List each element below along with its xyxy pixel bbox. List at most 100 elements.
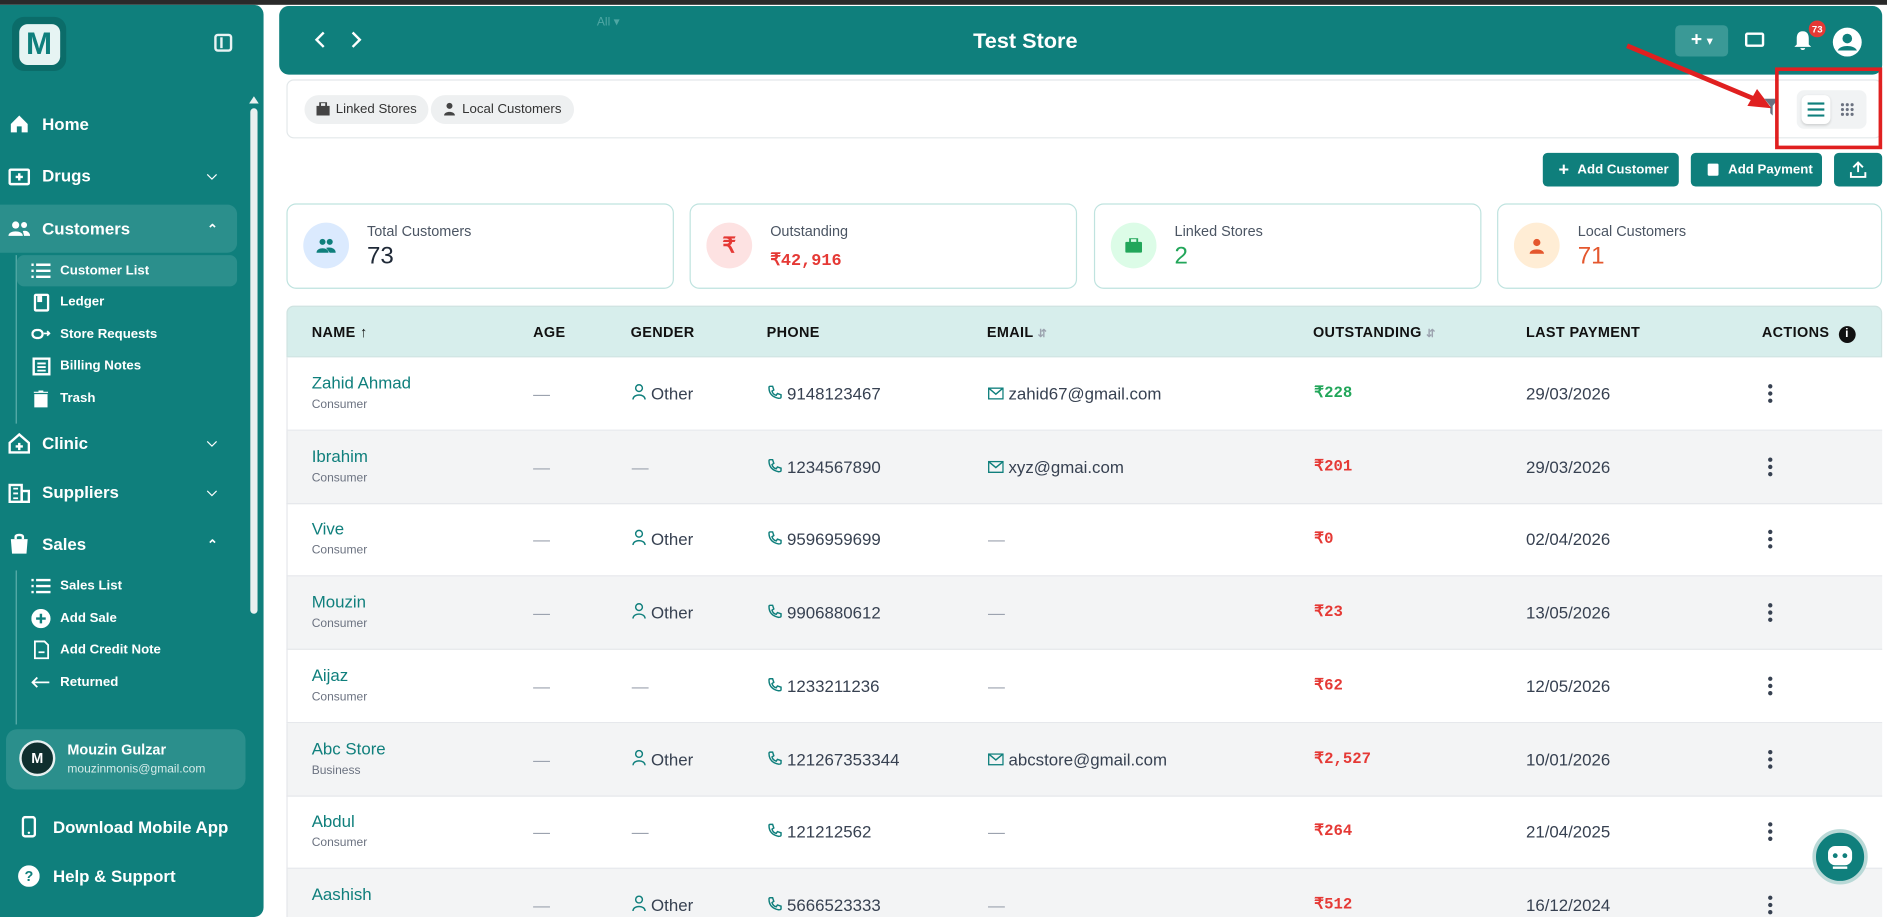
book-icon <box>31 292 50 312</box>
ledger-label: Ledger <box>60 294 105 310</box>
chip-linked-stores[interactable]: Linked Stores <box>304 95 429 124</box>
document-icon <box>31 640 50 660</box>
more-vert-icon[interactable] <box>1768 676 1773 696</box>
collapse-sidebar-icon[interactable] <box>214 33 233 52</box>
email-cell: — <box>988 822 1005 841</box>
nav-home[interactable]: Home <box>0 100 237 148</box>
more-vert-icon[interactable] <box>1768 530 1773 549</box>
customer-name-link[interactable]: Zahid Ahmad <box>312 373 411 392</box>
customer-name-link[interactable]: Abc Store <box>312 738 386 757</box>
customer-type: Consumer <box>311 690 368 704</box>
nav-clinic[interactable]: Clinic ⌵ <box>0 419 237 467</box>
last-payment-value: 13/05/2026 <box>1525 603 1611 623</box>
phone-value: 9596959699 <box>787 529 881 550</box>
table-row[interactable]: Aijaz Consumer — — 1233211236 — ₹62 12/05/2026 <box>286 649 1883 724</box>
notes-icon <box>31 356 50 375</box>
table-row[interactable]: Ibrahim Consumer — — 1234567890 xyz@gmai.com ₹… <box>286 430 1883 504</box>
age-value: — <box>533 456 550 477</box>
more-vert-icon[interactable] <box>1768 749 1773 769</box>
email-empty: — <box>988 603 1005 623</box>
assistant-bot-button[interactable] <box>1812 829 1868 885</box>
email-value[interactable]: zahid67@gmail.com <box>1008 384 1161 403</box>
suppliers-icon <box>8 481 31 504</box>
phone-cell[interactable]: 121267353344 <box>768 749 899 768</box>
table-row[interactable]: Abdul Consumer — — 121212562 — ₹264 21/04/2025 <box>286 795 1883 870</box>
nav-sales[interactable]: Sales ⌃ <box>0 520 237 568</box>
email-cell: — <box>988 895 1005 914</box>
sidebar-item-ledger[interactable]: Ledger <box>17 286 237 317</box>
customer-name-link[interactable]: Aashish <box>312 884 372 903</box>
plus-icon: + <box>1558 159 1570 180</box>
person-icon <box>632 530 651 549</box>
person-icon <box>632 603 651 622</box>
phone-cell[interactable]: 9906880612 <box>768 603 881 622</box>
sidebar-item-customer-list[interactable]: Customer List <box>16 255 238 287</box>
chevron-up-icon: ⌃ <box>206 537 219 552</box>
table-row[interactable]: Aashish — Other 5666523333 — ₹512 16/12/2024 <box>286 868 1883 917</box>
phone-cell[interactable]: 9148123467 <box>768 384 881 403</box>
stat-value: 71 <box>1577 243 1605 270</box>
customer-type: Consumer <box>311 544 368 558</box>
help-support-button[interactable]: ? Help & Support <box>0 854 264 897</box>
more-vert-icon[interactable] <box>1768 603 1773 623</box>
table-row[interactable]: Vive Consumer — Other 9596959699 — ₹0 02/04/202… <box>286 503 1883 577</box>
col-age: AGE <box>533 323 566 341</box>
rupee-icon: ₹ <box>706 222 753 269</box>
add-payment-button[interactable]: Add Payment <box>1690 152 1823 187</box>
mail-icon <box>987 384 1008 403</box>
more-vert-icon[interactable] <box>1768 822 1773 842</box>
nav-customers[interactable]: Customers ⌃ <box>0 204 238 253</box>
scroll-up-arrow[interactable] <box>249 96 259 104</box>
sidebar-item-trash[interactable]: Trash <box>17 383 237 414</box>
table-row[interactable]: Abc Store Business — Other 121267353344 abcst… <box>286 722 1883 797</box>
phone-cell[interactable]: 1234567890 <box>768 457 881 476</box>
customer-name-link[interactable]: Mouzin <box>312 592 366 611</box>
more-vert-icon[interactable] <box>1768 384 1773 403</box>
gender-value: Other <box>651 895 694 915</box>
sidebar-scrollbar[interactable] <box>250 108 258 614</box>
customer-type: Consumer <box>311 617 368 631</box>
account-icon[interactable] <box>1832 27 1862 57</box>
phone-cell[interactable]: 9596959699 <box>768 530 881 549</box>
col-email[interactable]: EMAIL ⇵ <box>987 324 1047 341</box>
app-logo[interactable]: M <box>12 16 67 72</box>
download-mobile-app-button[interactable]: Download Mobile App <box>0 805 264 848</box>
nav-suppliers[interactable]: Suppliers ⌵ <box>0 468 237 516</box>
col-outstanding[interactable]: OUTSTANDING ⇵ <box>1313 324 1436 341</box>
phone-cell[interactable]: 5666523333 <box>768 895 881 914</box>
email-cell: — <box>988 603 1005 622</box>
add-customer-button[interactable]: + Add Customer <box>1542 152 1679 187</box>
table-row[interactable]: Zahid Ahmad Consumer — Other 9148123467 zahid… <box>286 357 1883 431</box>
nav-drugs[interactable]: Drugs ⌵ <box>0 152 237 200</box>
table-row[interactable]: Mouzin Consumer — Other 9906880612 — ₹23 13/05/… <box>286 576 1883 650</box>
col-name[interactable]: NAME ↑ <box>312 324 368 341</box>
table-header: NAME ↑ AGE GENDER PHONE EMAIL ⇵ OUTSTAND… <box>286 305 1883 358</box>
customer-name-link[interactable]: Vive <box>312 519 344 538</box>
more-vert-icon[interactable] <box>1768 895 1773 915</box>
phone-cell[interactable]: 1233211236 <box>768 676 880 695</box>
sidebar-item-store-requests[interactable]: Store Requests <box>17 319 237 350</box>
more-vert-icon[interactable] <box>1768 457 1773 476</box>
sales-list-label: Sales List <box>60 578 122 594</box>
email-value[interactable]: abcstore@gmail.com <box>1008 749 1166 768</box>
trash-icon <box>31 389 50 408</box>
sidebar-item-sales-list[interactable]: Sales List <box>17 570 237 601</box>
sidebar-item-billing-notes[interactable]: Billing Notes <box>17 350 237 381</box>
chip-local-customers[interactable]: Local Customers <box>430 95 574 124</box>
gender-empty: — <box>631 822 649 842</box>
sidebar-item-add-sale[interactable]: Add Sale <box>17 603 237 634</box>
phone-icon <box>768 895 787 914</box>
customer-name-link[interactable]: Abdul <box>312 811 355 830</box>
export-button[interactable] <box>1834 152 1883 187</box>
customer-name-link[interactable]: Ibrahim <box>312 446 368 465</box>
info-icon[interactable]: i <box>1838 326 1856 343</box>
gender-cell: — <box>632 676 649 695</box>
add-sale-label: Add Sale <box>60 611 117 626</box>
phone-cell[interactable]: 121212562 <box>768 822 871 841</box>
user-profile-card[interactable]: M Mouzin Gulzar mouzinmonis@gmail.com <box>6 729 246 790</box>
email-value[interactable]: xyz@gmai.com <box>1008 457 1123 476</box>
stat-label: Total Customers <box>367 222 472 240</box>
customer-name-link[interactable]: Aijaz <box>312 665 349 684</box>
sidebar-item-add-credit-note[interactable]: Add Credit Note <box>17 634 237 665</box>
sidebar-item-returned[interactable]: Returned <box>17 667 237 698</box>
